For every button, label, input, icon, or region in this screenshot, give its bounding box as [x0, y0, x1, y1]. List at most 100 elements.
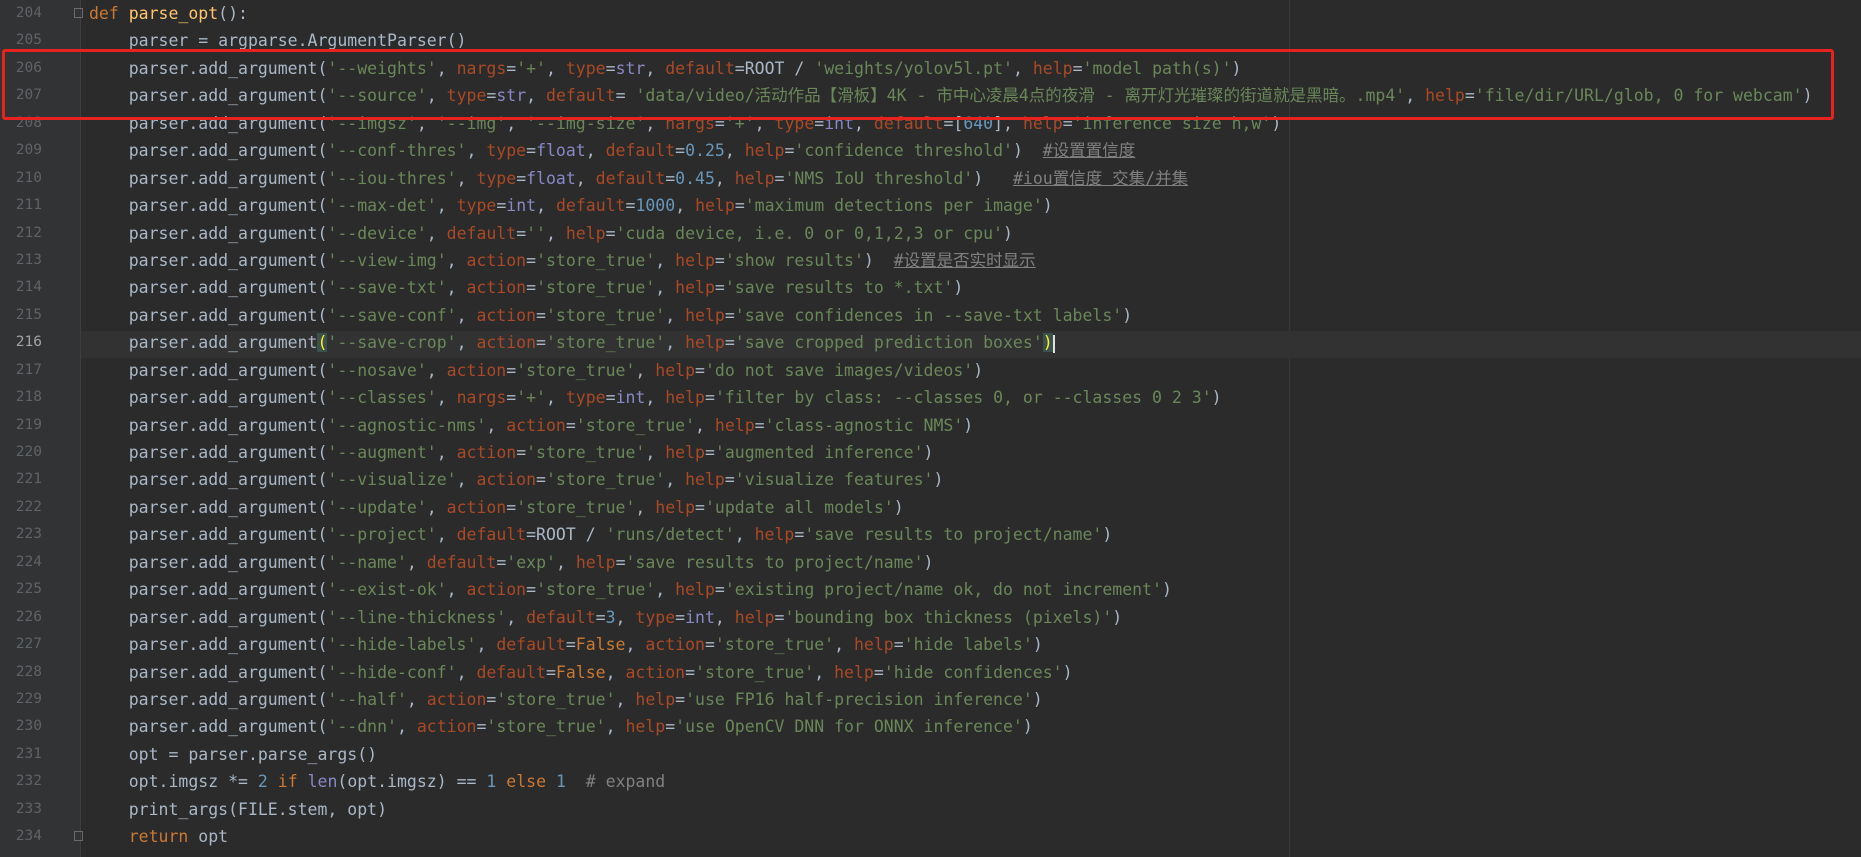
code-token: help: [734, 168, 775, 188]
code-line[interactable]: 231 opt = parser.parse_args(): [0, 741, 1861, 768]
code-line[interactable]: 227 parser.add_argument('--hide-labels',…: [0, 631, 1861, 658]
code-token: =: [724, 305, 735, 325]
code-token: if: [277, 772, 308, 792]
code-token: '--line-thickness': [327, 607, 507, 627]
code-text: parser.add_argument('--hide-labels', def…: [89, 631, 1043, 658]
code-token: =: [714, 580, 725, 600]
code-line[interactable]: 209 parser.add_argument('--conf-thres', …: [0, 137, 1861, 164]
code-line[interactable]: 218 parser.add_argument('--classes', nar…: [0, 384, 1861, 411]
code-token: default: [665, 58, 735, 78]
code-token: 'store_true': [545, 333, 666, 353]
code-token: parser.add_argument(: [89, 113, 328, 133]
code-token: =: [714, 113, 725, 133]
code-token: type: [486, 141, 527, 161]
code-token: ,: [406, 552, 427, 572]
code-token: =: [486, 689, 497, 709]
code-line[interactable]: 219 parser.add_argument('--agnostic-nms'…: [0, 412, 1861, 439]
code-token: =: [506, 388, 517, 408]
code-line[interactable]: 205 parser = argparse.ArgumentParser(): [0, 27, 1861, 54]
code-line[interactable]: 211 parser.add_argument('--max-det', typ…: [0, 192, 1861, 219]
line-number: 212: [15, 224, 42, 241]
code-token: help: [714, 415, 755, 435]
code-token: =: [675, 607, 686, 627]
code-line[interactable]: 217 parser.add_argument('--nosave', acti…: [0, 357, 1861, 384]
code-line[interactable]: 208 parser.add_argument('--imgsz', '--im…: [0, 110, 1861, 137]
code-token: 'store_true': [516, 497, 636, 517]
code-token: action: [645, 635, 705, 655]
code-token: parser.add_argument(: [89, 443, 328, 462]
code-token: ): [923, 443, 934, 462]
code-token: 'save results to project/name': [804, 525, 1103, 545]
code-line[interactable]: 223 parser.add_argument('--project', def…: [0, 521, 1861, 548]
code-line[interactable]: 215 parser.add_argument('--save-conf', a…: [0, 302, 1861, 329]
code-token: action: [466, 250, 527, 270]
code-text: parser.add_argument('--agnostic-nms', ac…: [89, 412, 973, 439]
code-token: parse_opt: [128, 4, 219, 23]
code-line[interactable]: 229 parser.add_argument('--half', action…: [0, 686, 1861, 713]
code-line[interactable]: 214 parser.add_argument('--save-txt', ac…: [0, 274, 1861, 301]
code-line[interactable]: 230 parser.add_argument('--dnn', action=…: [0, 713, 1861, 740]
code-token: default: [605, 141, 676, 161]
code-token: ,: [555, 552, 576, 572]
code-token: default: [873, 113, 944, 133]
code-token: ): [1231, 58, 1242, 78]
code-line[interactable]: 220 parser.add_argument('--augment', act…: [0, 439, 1861, 466]
code-token: print_args(FILE.stem, opt): [89, 799, 388, 819]
code-line[interactable]: 232 opt.imgsz *= 2 if len(opt.imgsz) == …: [0, 768, 1861, 795]
code-token: =: [516, 443, 527, 462]
code-token: =: [595, 607, 606, 627]
code-line[interactable]: 233 print_args(FILE.stem, opt): [0, 796, 1861, 823]
code-token: 'show results': [724, 250, 864, 270]
code-token: help: [575, 552, 616, 572]
code-line[interactable]: 212 parser.add_argument('--device', defa…: [0, 220, 1861, 247]
fold-marker-icon[interactable]: [74, 831, 83, 842]
code-token: #设置是否实时显示: [893, 250, 1036, 270]
code-token: action: [456, 443, 517, 462]
code-line[interactable]: 226 parser.add_argument('--line-thicknes…: [0, 604, 1861, 631]
code-lines[interactable]: 204 def parse_opt(): 205 parser = argparse…: [0, 0, 1861, 851]
code-token: ,: [665, 333, 686, 353]
code-token: 'file/dir/URL/glob, 0 for webcam': [1474, 86, 1803, 106]
code-token: 'store_true': [496, 689, 616, 709]
code-token: parser.add_argument(: [89, 580, 328, 600]
code-token: '--save-crop': [327, 333, 457, 353]
code-line[interactable]: 225 parser.add_argument('--exist-ok', ac…: [0, 576, 1861, 603]
code-token: default: [496, 635, 566, 655]
code-line[interactable]: 213 parser.add_argument('--view-img', ac…: [0, 247, 1861, 274]
code-line[interactable]: 234 return opt: [0, 823, 1861, 850]
code-token: ,: [456, 168, 477, 188]
code-line[interactable]: 210 parser.add_argument('--iou-thres', t…: [0, 165, 1861, 192]
code-line[interactable]: 204 def parse_opt():: [0, 0, 1861, 27]
code-token: 'data/video/活动作品【滑板】4K - 市中心凌晨4点的夜滑 - 离开…: [635, 86, 1406, 106]
line-number: 205: [15, 32, 42, 49]
code-token: 640: [963, 113, 994, 133]
code-editor[interactable]: 204 def parse_opt(): 205 parser = argparse…: [0, 0, 1861, 857]
code-token: =: [506, 58, 517, 78]
code-token: =: [506, 360, 517, 380]
code-token: ,: [456, 470, 477, 490]
code-line[interactable]: 221 parser.add_argument('--visualize', a…: [0, 466, 1861, 493]
code-token: ,: [635, 497, 656, 517]
code-token: 'hide confidences': [883, 662, 1063, 682]
code-token: type: [456, 196, 497, 216]
code-token: #iou置信度 交集/并集: [1012, 168, 1189, 188]
text-caret: [1052, 334, 1055, 353]
fold-marker-icon[interactable]: [74, 8, 83, 18]
code-token: =: [794, 525, 805, 545]
code-line[interactable]: 216 parser.add_argument('--save-crop', a…: [0, 329, 1861, 356]
code-line[interactable]: 206 parser.add_argument('--weights', nar…: [0, 55, 1861, 82]
code-token: =: [1464, 86, 1475, 106]
code-line[interactable]: 207 parser.add_argument('--source', type…: [0, 82, 1861, 109]
code-token: default: [456, 525, 527, 545]
code-token: 'hide labels': [903, 635, 1033, 655]
code-token: '--iou-thres': [327, 168, 457, 188]
code-token: =: [873, 662, 884, 682]
line-number: 225: [15, 581, 42, 598]
code-token: ,: [436, 388, 457, 408]
code-line[interactable]: 224 parser.add_argument('--name', defaul…: [0, 549, 1861, 576]
code-token: '--weights': [327, 58, 437, 78]
code-token: ,: [635, 360, 656, 380]
code-line[interactable]: 228 parser.add_argument('--hide-conf', d…: [0, 659, 1861, 686]
code-line[interactable]: 222 parser.add_argument('--update', acti…: [0, 494, 1861, 521]
code-token: 'bounding box thickness (pixels)': [784, 607, 1113, 627]
